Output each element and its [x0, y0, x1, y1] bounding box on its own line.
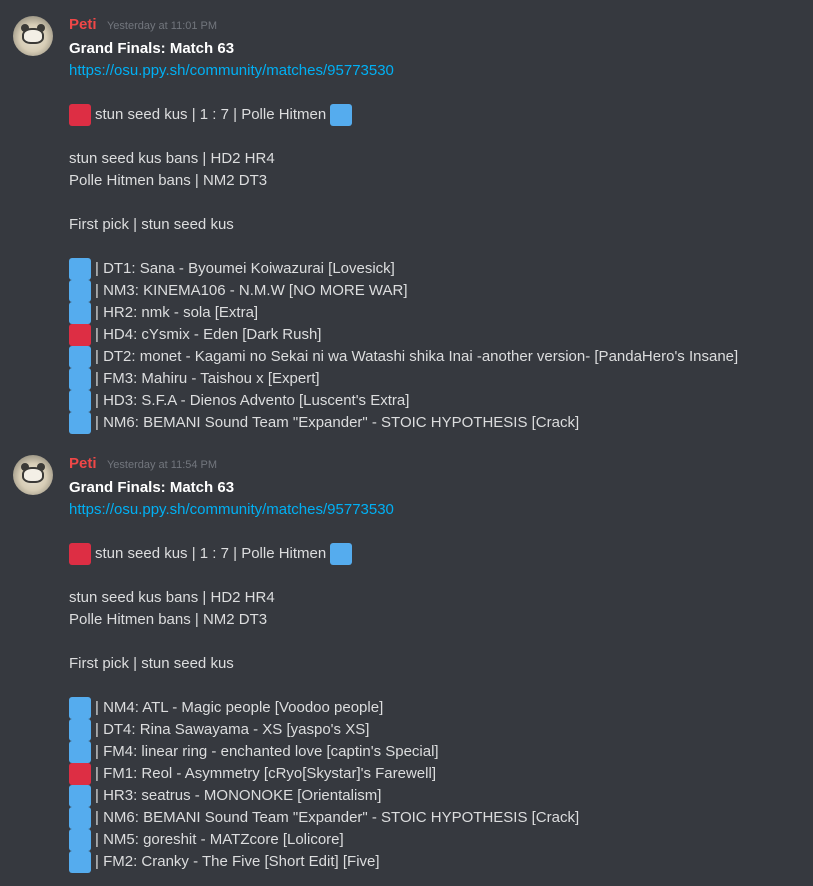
pick-text: | DT2: monet - Kagami no Sekai ni wa Wat… — [95, 348, 739, 365]
blue-square-icon — [69, 851, 91, 873]
message-content: Grand Finals: Match 63 https://osu.ppy.s… — [69, 38, 803, 434]
match-link[interactable]: https://osu.ppy.sh/community/matches/957… — [69, 60, 803, 82]
bans-line: Polle Hitmen bans | NM2 DT3 — [69, 611, 268, 628]
blue-square-icon — [330, 543, 353, 565]
pick-row: | NM3: KINEMA106 - N.M.W [NO MORE WAR] — [69, 280, 803, 302]
pick-row: | HD4: cYsmix - Eden [Dark Rush] — [69, 324, 803, 346]
pick-row: | HR3: seatrus - MONONOKE [Orientalism] — [69, 785, 803, 807]
pick-row: | DT4: Rina Sawayama - XS [yaspo's XS] — [69, 719, 803, 741]
first-pick-line: First pick | stun seed kus — [69, 655, 234, 672]
message-content: Grand Finals: Match 63 https://osu.ppy.s… — [69, 477, 803, 873]
timestamp[interactable]: Yesterday at 11:01 PM — [107, 20, 217, 32]
pick-text: | DT1: Sana - Byoumei Koiwazurai [Lovesi… — [95, 260, 395, 277]
blue-square-icon — [69, 719, 91, 741]
pick-row: | FM2: Cranky - The Five [Short Edit] [F… — [69, 851, 803, 873]
blue-square-icon — [69, 302, 91, 324]
match-title: Grand Finals: Match 63 — [69, 40, 235, 57]
pick-text: | NM5: goreshit - MATZcore [Lolicore] — [95, 831, 344, 848]
pick-row: | FM3: Mahiru - Taishou x [Expert] — [69, 368, 803, 390]
blue-square-icon — [69, 741, 91, 763]
blue-square-icon — [69, 412, 91, 434]
pick-text: | FM2: Cranky - The Five [Short Edit] [F… — [95, 853, 380, 870]
pick-row: | DT1: Sana - Byoumei Koiwazurai [Lovesi… — [69, 258, 803, 280]
blue-square-icon — [69, 829, 91, 851]
username[interactable]: Peti — [69, 455, 97, 472]
red-square-icon — [69, 104, 91, 126]
score-text: stun seed kus | 1 : 7 | Polle Hitmen — [95, 106, 327, 123]
message-header: Peti Yesterday at 11:54 PM — [69, 455, 217, 475]
pick-row: | NM5: goreshit - MATZcore [Lolicore] — [69, 829, 803, 851]
pick-text: | FM4: linear ring - enchanted love [cap… — [95, 743, 439, 760]
match-title: Grand Finals: Match 63 — [69, 479, 235, 496]
avatar[interactable] — [13, 455, 53, 495]
pick-text: | HR3: seatrus - MONONOKE [Orientalism] — [95, 787, 382, 804]
blue-square-icon — [69, 697, 91, 719]
pick-text: | NM4: ATL - Magic people [Voodoo people… — [95, 699, 384, 716]
blue-square-icon — [69, 346, 91, 368]
avatar[interactable] — [13, 16, 53, 56]
pick-row: | NM4: ATL - Magic people [Voodoo people… — [69, 697, 803, 719]
pick-text: | NM6: BEMANI Sound Team "Expander" - ST… — [95, 414, 580, 431]
bans-line: stun seed kus bans | HD2 HR4 — [69, 150, 275, 167]
pick-text: | HD4: cYsmix - Eden [Dark Rush] — [95, 326, 322, 343]
blue-square-icon — [69, 785, 91, 807]
bans-line: Polle Hitmen bans | NM2 DT3 — [69, 172, 268, 189]
message-header: Peti Yesterday at 11:01 PM — [69, 16, 217, 36]
pick-row: | FM4: linear ring - enchanted love [cap… — [69, 741, 803, 763]
red-square-icon — [69, 543, 91, 565]
pick-row: | HD3: S.F.A - Dienos Advento [Luscent's… — [69, 390, 803, 412]
blue-square-icon — [69, 807, 91, 829]
pick-row: | DT2: monet - Kagami no Sekai ni wa Wat… — [69, 346, 803, 368]
blue-square-icon — [69, 258, 91, 280]
pick-text: | HR2: nmk - sola [Extra] — [95, 304, 259, 321]
pick-text: | FM1: Reol - Asymmetry [cRyo[Skystar]'s… — [95, 765, 436, 782]
pick-row: | NM6: BEMANI Sound Team "Expander" - ST… — [69, 807, 803, 829]
pick-text: | NM6: BEMANI Sound Team "Expander" - ST… — [95, 809, 580, 826]
pick-text: | HD3: S.F.A - Dienos Advento [Luscent's… — [95, 392, 410, 409]
timestamp[interactable]: Yesterday at 11:54 PM — [107, 459, 217, 471]
score-line: stun seed kus | 1 : 7 | Polle Hitmen — [69, 543, 803, 565]
blue-square-icon — [69, 280, 91, 302]
bans-line: stun seed kus bans | HD2 HR4 — [69, 589, 275, 606]
score-line: stun seed kus | 1 : 7 | Polle Hitmen — [69, 104, 803, 126]
red-square-icon — [69, 763, 91, 785]
username[interactable]: Peti — [69, 16, 97, 33]
avatar-face — [22, 28, 44, 44]
first-pick-line: First pick | stun seed kus — [69, 216, 234, 233]
match-link[interactable]: https://osu.ppy.sh/community/matches/957… — [69, 499, 803, 521]
pick-row: | NM6: BEMANI Sound Team "Expander" - ST… — [69, 412, 803, 434]
pick-text: | FM3: Mahiru - Taishou x [Expert] — [95, 370, 320, 387]
pick-row: | FM1: Reol - Asymmetry [cRyo[Skystar]'s… — [69, 763, 803, 785]
avatar-face — [22, 467, 44, 483]
score-text: stun seed kus | 1 : 7 | Polle Hitmen — [95, 545, 327, 562]
pick-text: | DT4: Rina Sawayama - XS [yaspo's XS] — [95, 721, 370, 738]
red-square-icon — [69, 324, 91, 346]
blue-square-icon — [69, 390, 91, 412]
blue-square-icon — [69, 368, 91, 390]
pick-row: | HR2: nmk - sola [Extra] — [69, 302, 803, 324]
blue-square-icon — [330, 104, 353, 126]
pick-text: | NM3: KINEMA106 - N.M.W [NO MORE WAR] — [95, 282, 408, 299]
